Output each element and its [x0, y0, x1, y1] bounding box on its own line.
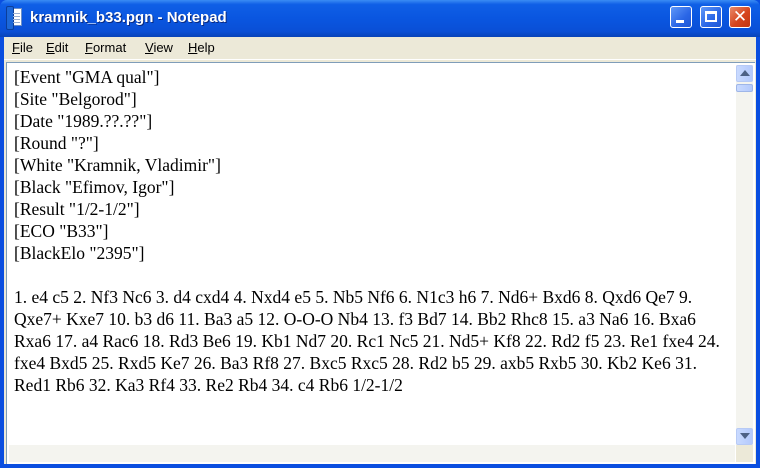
menu-format-mnemonic: F [85, 40, 93, 55]
menu-file[interactable]: File [12, 40, 33, 55]
menu-view-label: iew [153, 40, 173, 55]
menu-edit-label: dit [54, 40, 69, 55]
menu-file-mnemonic: F [12, 40, 20, 55]
chevron-down-icon [740, 433, 750, 439]
maximize-icon [705, 11, 717, 22]
notepad-icon[interactable] [6, 6, 22, 30]
notepad-window: kramnik_b33.pgn - Notepad ✕ File Edit Fo… [0, 0, 760, 468]
menu-help[interactable]: Help [188, 40, 215, 55]
menu-bar: File Edit Format View Help [4, 37, 756, 60]
menu-view[interactable]: View [145, 40, 173, 55]
scrollbar-corner [736, 445, 753, 462]
window-title: kramnik_b33.pgn - Notepad [30, 9, 227, 26]
close-button[interactable]: ✕ [729, 6, 751, 28]
menu-format-label: ormat [92, 40, 127, 55]
maximize-button[interactable] [700, 6, 722, 28]
menu-help-mnemonic: H [188, 40, 198, 55]
scroll-down-button[interactable] [736, 428, 753, 445]
scroll-up-button[interactable] [736, 65, 753, 82]
minimize-button[interactable] [670, 6, 692, 28]
title-bar[interactable]: kramnik_b33.pgn - Notepad ✕ [0, 0, 760, 37]
menu-edit[interactable]: Edit [46, 40, 68, 55]
menu-help-label: elp [197, 40, 215, 55]
menu-file-label: ile [19, 40, 33, 55]
vertical-scrollbar[interactable] [736, 65, 753, 445]
menu-format[interactable]: Format [85, 40, 126, 55]
scroll-thumb[interactable] [736, 84, 753, 92]
text-editor[interactable]: [Event "GMA qual"] [Site "Belgorod"] [Da… [6, 62, 755, 464]
menu-edit-mnemonic: E [46, 40, 55, 55]
window-frame: File Edit Format View Help [Event "GMA q… [4, 37, 756, 464]
close-icon: ✕ [732, 7, 748, 27]
chevron-up-icon [740, 70, 750, 76]
horizontal-scrollbar[interactable] [9, 445, 735, 462]
minimize-icon [676, 20, 684, 23]
document-text[interactable]: [Event "GMA qual"] [Site "Belgorod"] [Da… [14, 66, 729, 396]
